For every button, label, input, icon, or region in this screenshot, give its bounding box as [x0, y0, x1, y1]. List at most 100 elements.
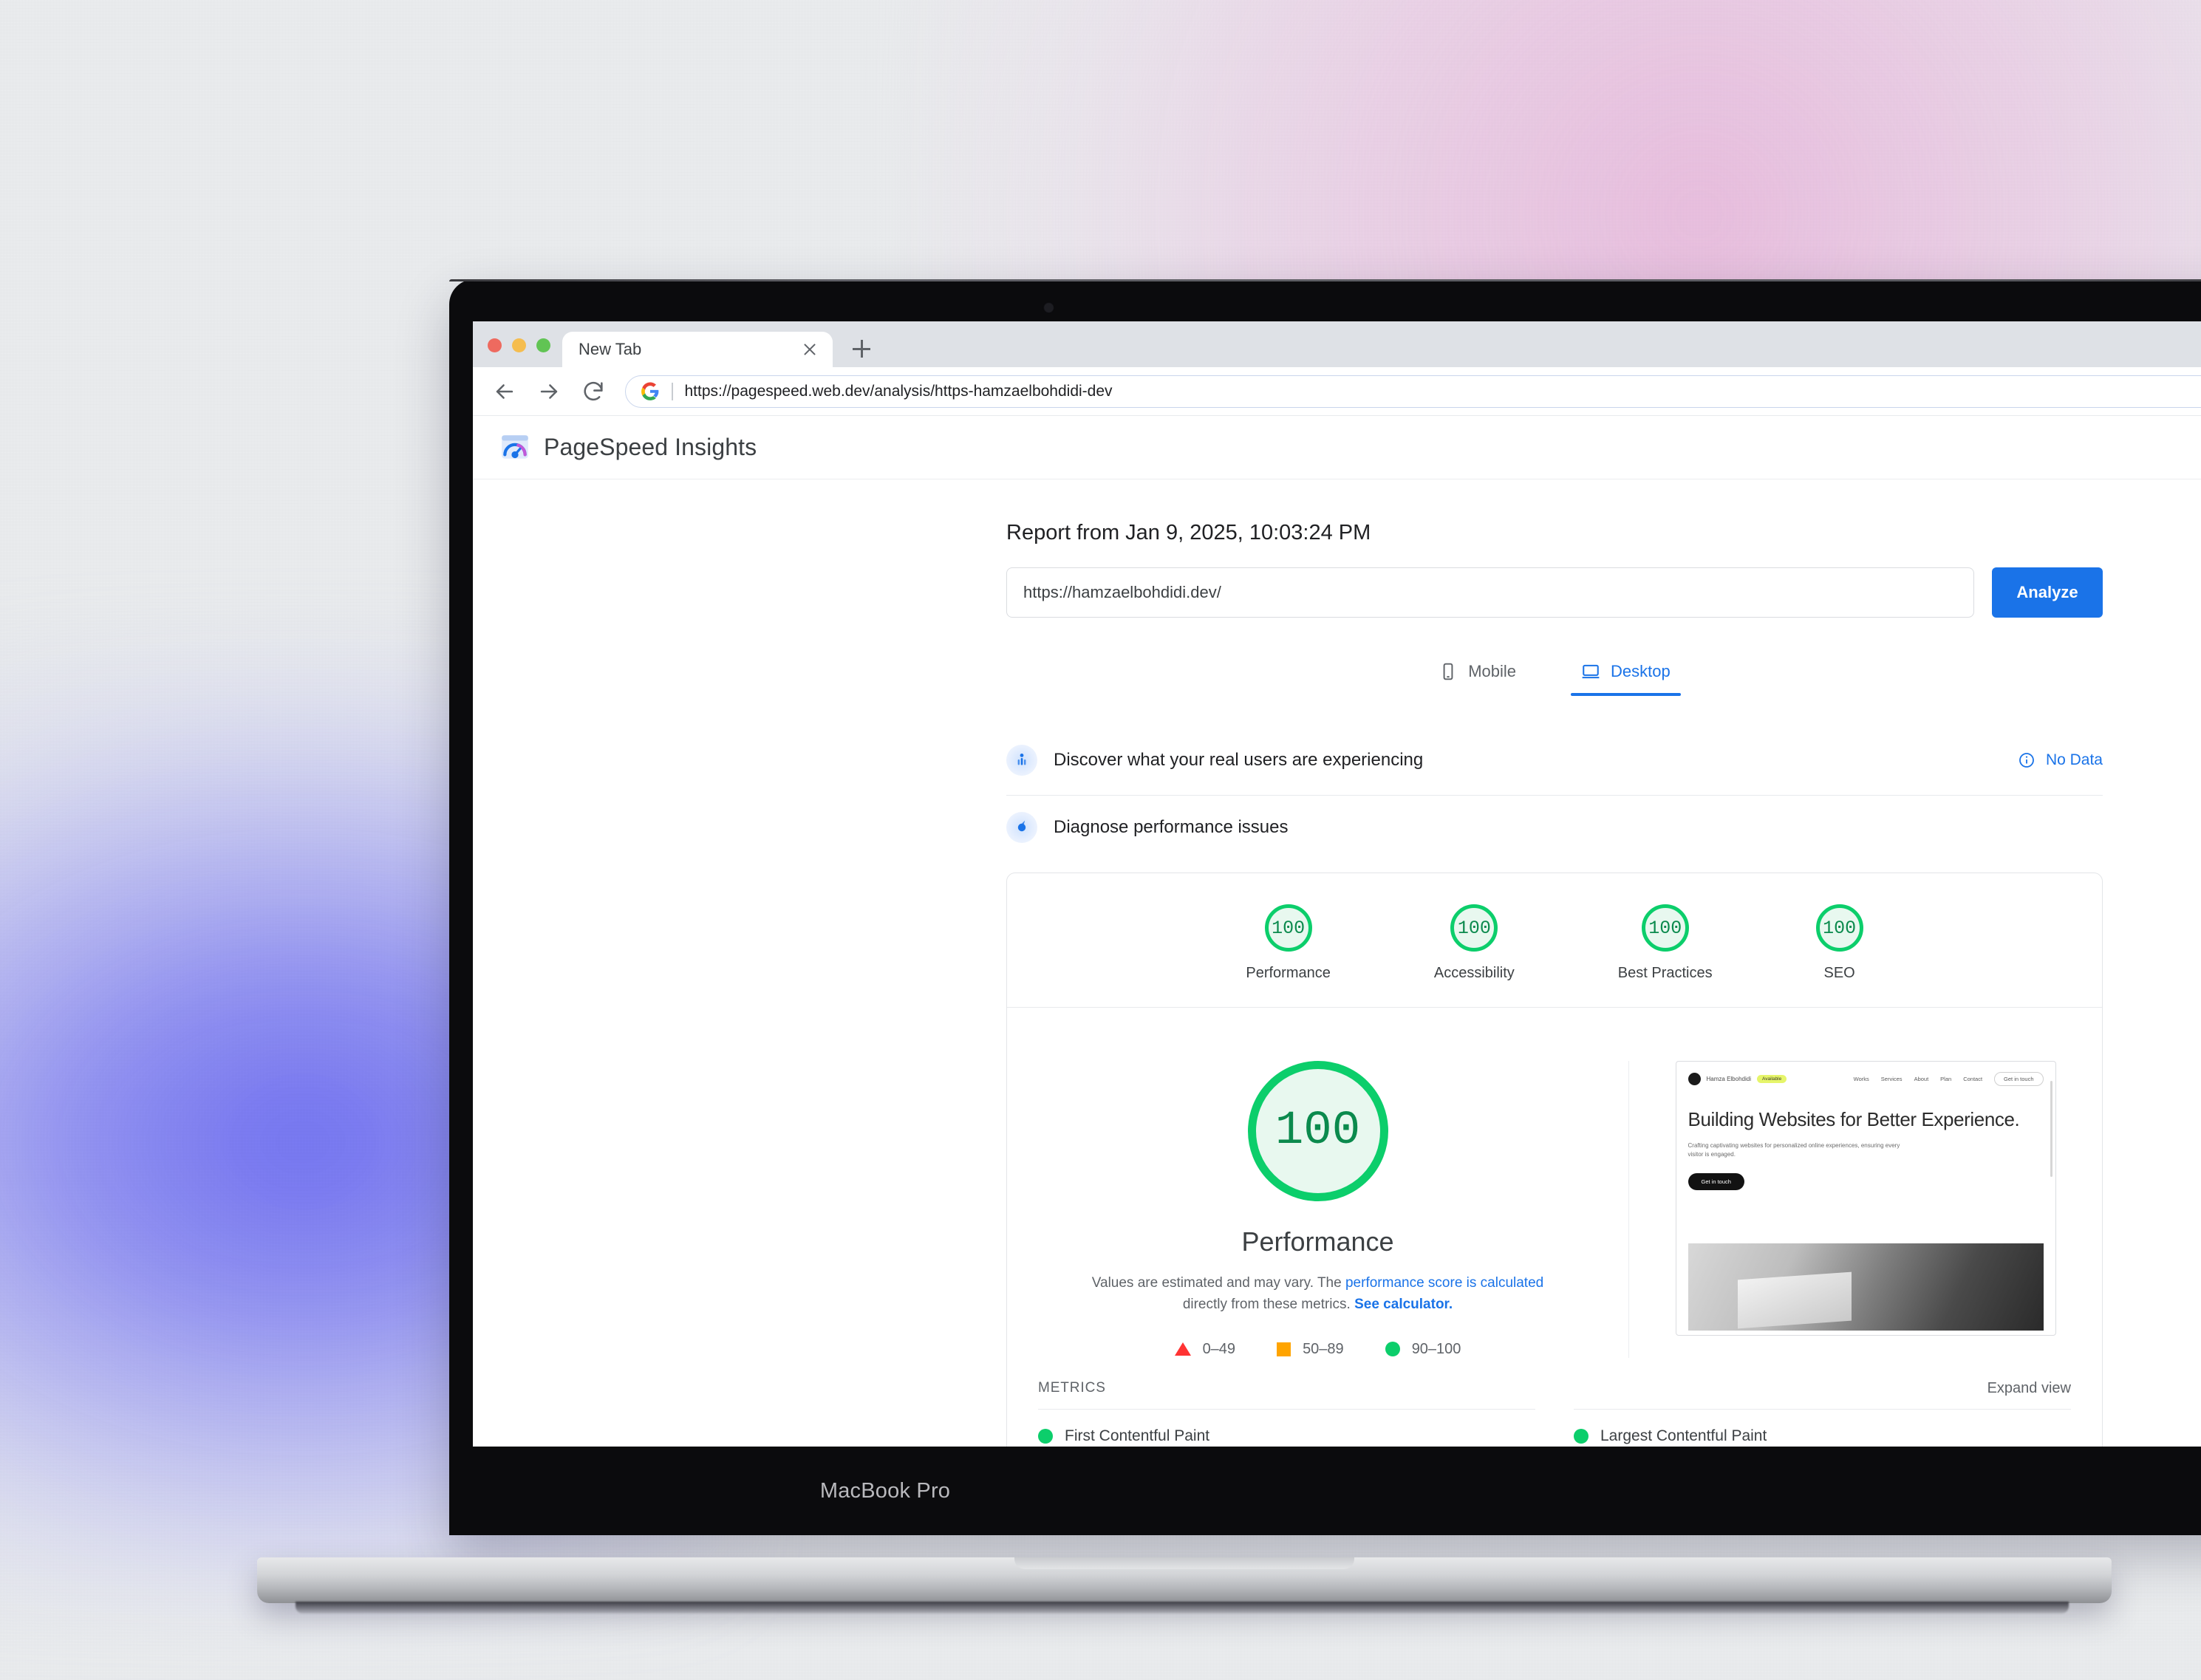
screenshot-panel: Hamza Elbohdidi Available Works Services… — [1629, 1061, 2102, 1358]
close-window-button[interactable] — [488, 338, 502, 352]
browser-tab-title: New Tab — [579, 340, 642, 358]
tab-mobile[interactable]: Mobile — [1428, 656, 1526, 696]
macbook-pro-mockup: New Tab https://pagespeed.web.dev/analys… — [449, 279, 2201, 1535]
address-bar[interactable]: https://pagespeed.web.dev/analysis/https… — [625, 375, 2201, 408]
circle-icon — [1574, 1428, 1589, 1444]
circle-icon — [1038, 1428, 1053, 1444]
desktop-icon — [1581, 660, 1600, 683]
performance-overview: 100 Performance Values are estimated and… — [1007, 1008, 2102, 1358]
info-icon — [2018, 751, 2036, 769]
legend-good: 90–100 — [1385, 1341, 1461, 1358]
performance-gauge-panel: 100 Performance Values are estimated and… — [1007, 1061, 1629, 1358]
metrics-header: METRICS Expand view — [1007, 1358, 2102, 1409]
performance-score-link[interactable]: performance score is calculated — [1345, 1275, 1543, 1291]
tab-desktop[interactable]: Desktop — [1571, 656, 1681, 696]
browser-tab[interactable]: New Tab — [562, 332, 833, 367]
thumbnail-navbar: Hamza Elbohdidi Available Works Services… — [1688, 1072, 2044, 1086]
field-data-status[interactable]: No Data — [2018, 751, 2103, 769]
performance-note-middle: directly from these metrics. — [1182, 1297, 1355, 1313]
performance-note: Values are estimated and may vary. The p… — [1089, 1272, 1547, 1316]
device-tabs: Mobile Desktop — [1006, 656, 2103, 696]
back-arrow-icon[interactable] — [492, 379, 517, 404]
metrics-label: METRICS — [1038, 1380, 1106, 1396]
category-score-seo[interactable]: 100 SEO — [1815, 904, 1863, 982]
performance-title: Performance — [1241, 1226, 1394, 1257]
metric-item[interactable]: Largest Contentful Paint 0.5 s — [1574, 1408, 2071, 1447]
close-icon[interactable] — [800, 340, 819, 359]
triangle-icon — [1174, 1342, 1191, 1356]
reload-icon[interactable] — [581, 379, 606, 404]
webcam-icon — [1045, 304, 1053, 312]
legend-poor: 0–49 — [1174, 1340, 1236, 1358]
minimize-window-button[interactable] — [512, 338, 526, 352]
metrics-grid: First Contentful Paint 0.2 s Largest Con… — [1007, 1408, 2102, 1447]
url-input-value: https://hamzaelbohdidi.dev/ — [1023, 583, 1221, 601]
score-label: SEO — [1823, 965, 1855, 981]
metric-item[interactable]: First Contentful Paint 0.2 s — [1038, 1408, 1535, 1447]
lab-data-section: Diagnose performance issues — [1006, 796, 2103, 856]
maximize-window-button[interactable] — [536, 338, 550, 352]
field-data-status-label: No Data — [2045, 751, 2103, 768]
address-bar-divider — [672, 382, 673, 400]
see-calculator-link[interactable]: See calculator. — [1354, 1297, 1453, 1312]
legend-average-range: 50–89 — [1303, 1340, 1344, 1357]
thumbnail-scrollbar — [2050, 1081, 2052, 1177]
thumbnail-nav-item: Contact — [1963, 1076, 1983, 1082]
thumbnail-badge: Available — [1756, 1075, 1787, 1083]
thumbnail-nav-item: Plan — [1940, 1076, 1952, 1082]
laptop-chin: MacBook Pro — [449, 1447, 2201, 1535]
square-icon — [1277, 1342, 1291, 1356]
url-input[interactable]: https://hamzaelbohdidi.dev/ — [1006, 567, 1974, 618]
forward-arrow-icon[interactable] — [536, 379, 562, 404]
category-score-performance[interactable]: 100 Performance — [1246, 904, 1331, 982]
page-screenshot-thumbnail: Hamza Elbohdidi Available Works Services… — [1675, 1061, 2056, 1336]
plus-icon[interactable] — [844, 332, 878, 366]
tab-desktop-label: Desktop — [1611, 662, 1671, 680]
report-timestamp: Report from Jan 9, 2025, 10:03:24 PM — [1006, 521, 1371, 544]
thumbnail-subtext: Crafting captivating websites for person… — [1688, 1141, 1900, 1158]
lighthouse-icon — [1006, 812, 1037, 843]
metric-name: Largest Contentful Paint — [1600, 1427, 1767, 1444]
window-traffic-lights — [483, 338, 562, 367]
analyze-row: https://hamzaelbohdidi.dev/ Analyze — [1006, 567, 2103, 618]
category-score-accessibility[interactable]: 100 Accessibility — [1434, 904, 1515, 982]
legend-average: 50–89 — [1277, 1341, 1344, 1358]
report-column: Report from Jan 9, 2025, 10:03:24 PM htt… — [1006, 521, 2103, 1447]
metric-name: First Contentful Paint — [1065, 1427, 1210, 1444]
score-ring: 100 — [1264, 904, 1312, 952]
thumbnail-nav-item: Services — [1880, 1076, 1903, 1082]
score-label: Performance — [1246, 965, 1331, 981]
scene: New Tab https://pagespeed.web.dev/analys… — [0, 0, 2201, 1680]
thumbnail-brand: Hamza Elbohdidi — [1706, 1076, 1751, 1082]
score-label: Best Practices — [1617, 965, 1713, 981]
thumbnail-hero-image — [1688, 1243, 2044, 1331]
thumbnail-nav-cta: Get in touch — [1994, 1072, 2044, 1086]
category-score-best-practices[interactable]: 100 Best Practices — [1618, 904, 1713, 982]
lighthouse-report-card: 100 Performance 100 Accessibility 100 Be… — [1006, 873, 2103, 1447]
legend-good-range: 90–100 — [1411, 1340, 1461, 1357]
tab-mobile-label: Mobile — [1468, 662, 1517, 680]
expand-view-button[interactable]: Expand view — [1987, 1380, 2071, 1397]
app-title: PageSpeed Insights — [544, 434, 757, 460]
laptop-base — [257, 1557, 2112, 1603]
legend-poor-range: 0–49 — [1202, 1340, 1236, 1357]
score-ring: 100 — [1450, 904, 1498, 952]
circle-icon — [1385, 1342, 1400, 1357]
analyze-button[interactable]: Analyze — [1992, 567, 2103, 618]
laptop-base-shadow — [296, 1602, 2069, 1614]
mobile-icon — [1439, 660, 1458, 683]
browser-toolbar: https://pagespeed.web.dev/analysis/https… — [473, 367, 2201, 416]
score-legend: 0–49 50–89 90–100 — [1174, 1340, 1461, 1358]
score-ring: 100 — [1815, 904, 1863, 952]
thumbnail-nav-item: About — [1914, 1076, 1929, 1082]
metric-name-row: First Contentful Paint — [1038, 1427, 1535, 1445]
laptop-screen: New Tab https://pagespeed.web.dev/analys… — [473, 321, 2201, 1447]
score-ring: 100 — [1641, 904, 1689, 952]
google-g-icon — [641, 382, 660, 401]
pagespeed-logo-icon — [499, 432, 530, 463]
thumbnail-cta-button: Get in touch — [1688, 1173, 1744, 1191]
device-model-label: MacBook Pro — [819, 1478, 951, 1503]
browser-tab-bar: New Tab — [473, 321, 2201, 367]
performance-score-ring: 100 — [1247, 1061, 1388, 1201]
thumbnail-nav-links: Works Services About Plan Contact Get in… — [1854, 1072, 2044, 1086]
